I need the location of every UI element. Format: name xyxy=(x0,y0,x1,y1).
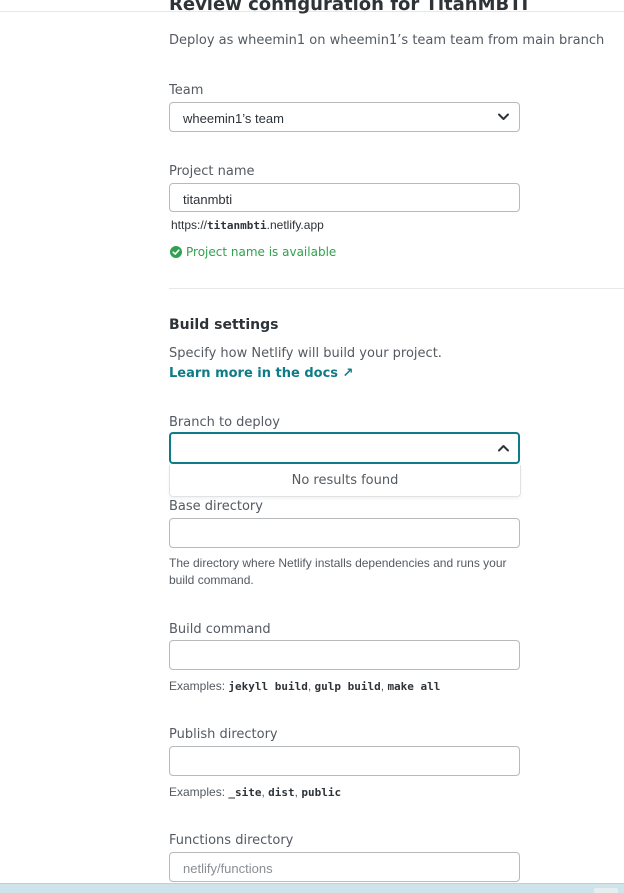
team-label: Team xyxy=(169,83,204,98)
project-name-value: titanmbti xyxy=(183,192,233,207)
docs-link[interactable]: Learn more in the docs ↗ xyxy=(169,366,353,381)
build-command-label: Build command xyxy=(169,622,271,637)
branch-dropdown-menu: No results found xyxy=(169,465,521,497)
publish-directory-example: dist xyxy=(268,786,295,799)
section-divider xyxy=(169,288,624,289)
publish-directory-input[interactable] xyxy=(169,746,520,776)
build-command-example: gulp build xyxy=(314,680,381,693)
project-name-status: Project name is available xyxy=(170,245,336,259)
project-name-label: Project name xyxy=(169,164,255,179)
publish-directory-example: _site xyxy=(228,786,262,799)
base-directory-label: Base directory xyxy=(169,499,263,514)
project-url: https://titanmbti.netlify.app xyxy=(171,218,324,232)
build-settings-title: Build settings xyxy=(169,317,279,333)
functions-directory-label: Functions directory xyxy=(169,833,294,848)
project-name-status-text: Project name is available xyxy=(186,245,337,259)
taskbar-corner xyxy=(594,888,618,893)
branch-select[interactable] xyxy=(169,432,520,464)
build-command-help-prefix: Examples: xyxy=(169,679,226,693)
branch-empty-message: No results found xyxy=(291,473,399,488)
build-command-help: Examples: jekyll build, gulp build, make… xyxy=(169,679,441,693)
project-name-input[interactable]: titanmbti xyxy=(169,183,520,212)
functions-directory-placeholder: netlify/functions xyxy=(183,861,273,876)
chevron-down-icon xyxy=(498,113,509,120)
publish-directory-example: public xyxy=(301,786,342,799)
deploy-config-page: Review configuration for TitanMBTI Deplo… xyxy=(0,0,624,893)
team-select-value: wheemin1’s team xyxy=(183,111,284,126)
team-select[interactable]: wheemin1’s team xyxy=(169,102,520,132)
check-circle-icon xyxy=(170,246,182,258)
base-directory-help: The directory where Netlify installs dep… xyxy=(169,556,507,587)
publish-directory-help: Examples: _site, dist, public xyxy=(169,785,342,799)
project-url-suffix: .netlify.app xyxy=(266,218,324,232)
publish-directory-label: Publish directory xyxy=(169,727,278,742)
taskbar xyxy=(0,883,624,893)
project-url-name: titanmbti xyxy=(207,219,267,232)
build-settings-description: Specify how Netlify will build your proj… xyxy=(169,346,442,361)
build-command-example: jekyll build xyxy=(228,680,308,693)
page-subtitle: Deploy as wheemin1 on wheemin1’s team te… xyxy=(169,33,605,48)
project-url-prefix: https:// xyxy=(171,218,208,232)
chevron-up-icon xyxy=(498,445,509,452)
build-command-example: make all xyxy=(387,680,441,693)
branch-label: Branch to deploy xyxy=(169,415,280,430)
build-command-input[interactable] xyxy=(169,640,520,670)
base-directory-input[interactable] xyxy=(169,518,520,548)
publish-directory-help-prefix: Examples: xyxy=(169,785,226,799)
page-title: Review configuration for TitanMBTI xyxy=(169,0,529,15)
functions-directory-input[interactable]: netlify/functions xyxy=(169,852,520,882)
